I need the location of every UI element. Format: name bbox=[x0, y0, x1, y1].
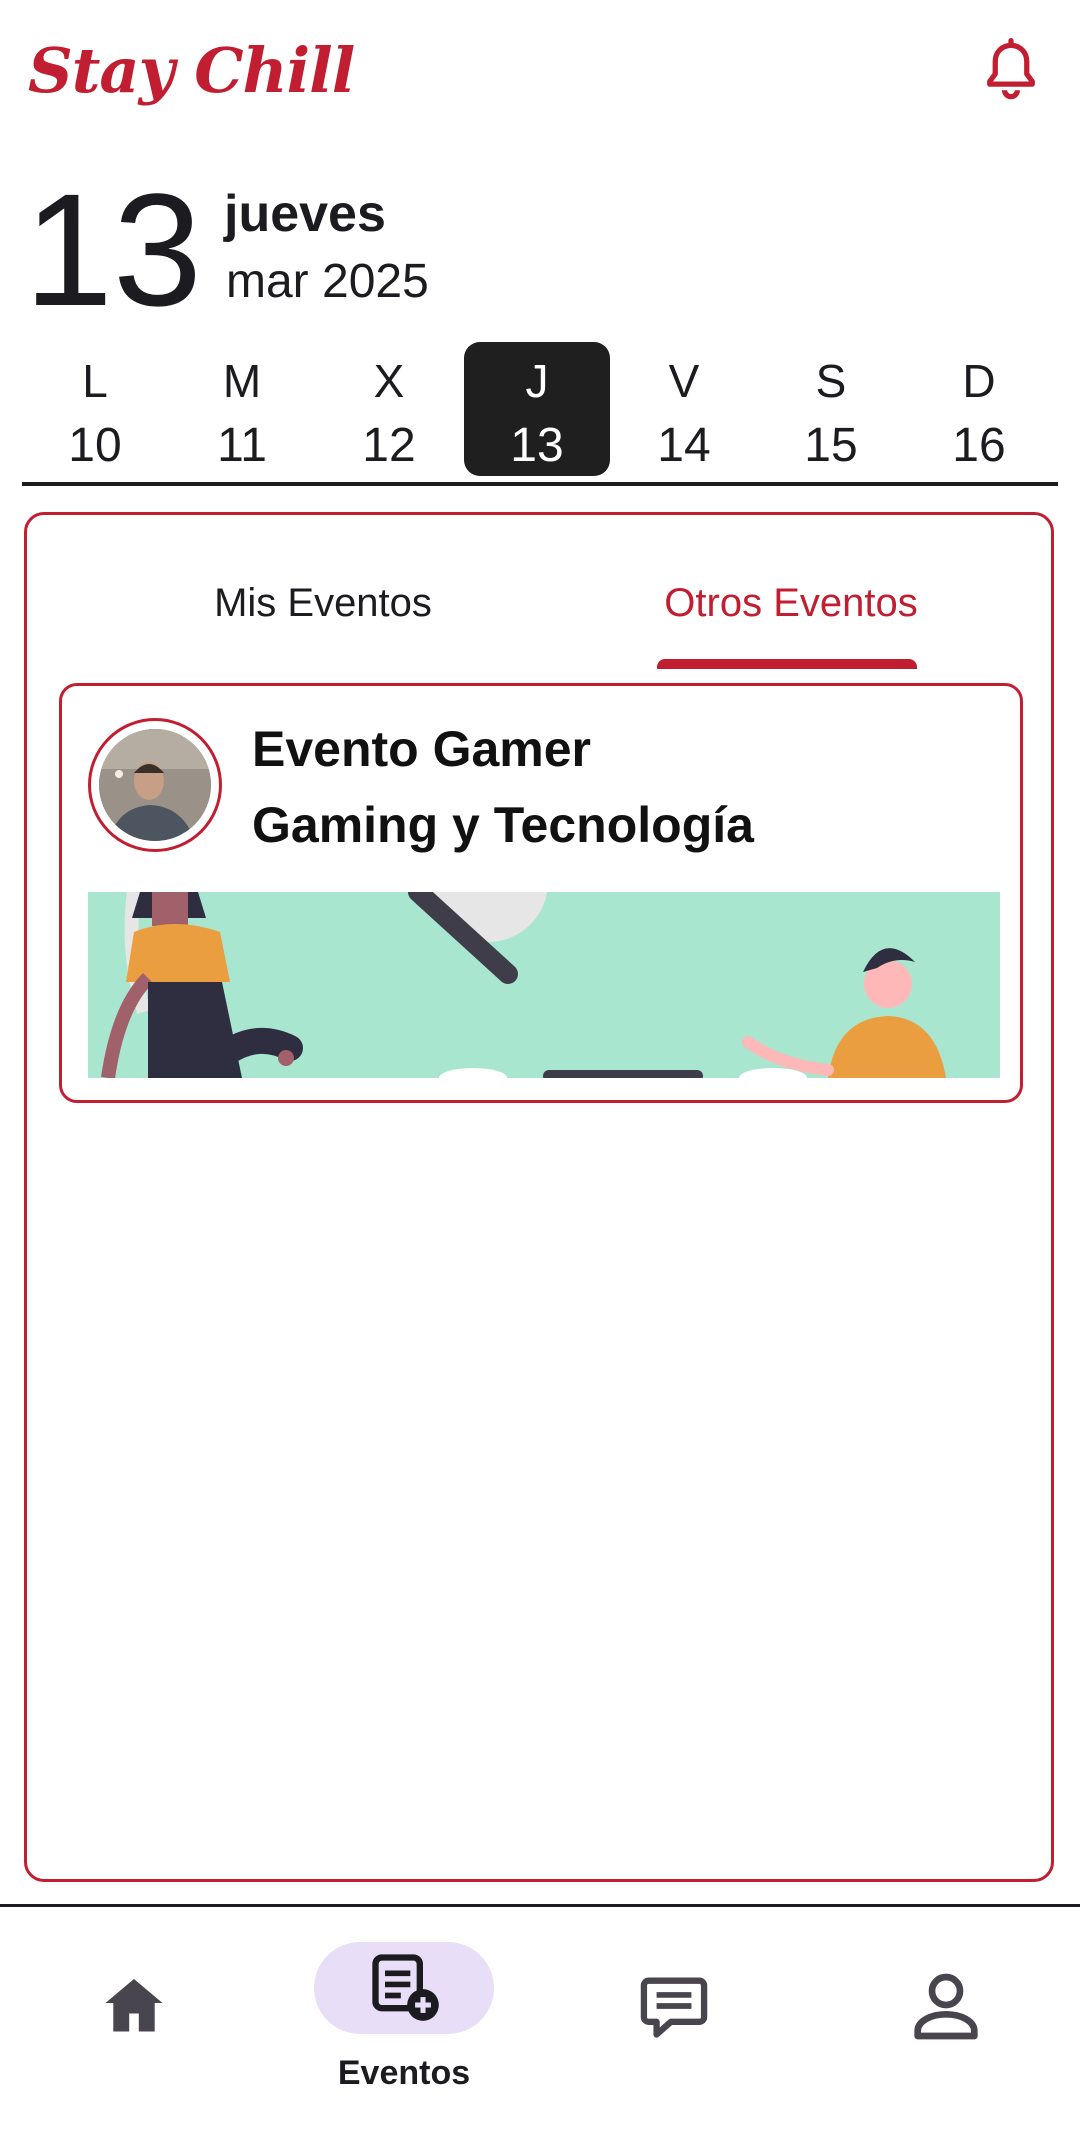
nav-events-label[interactable]: Eventos bbox=[314, 2054, 494, 2093]
events-add-icon bbox=[372, 1954, 439, 2021]
week-day-thu-selected[interactable]: J 13 bbox=[464, 342, 610, 476]
month-year: mar 2025 bbox=[226, 255, 429, 308]
day-date: 12 bbox=[362, 419, 416, 472]
event-card[interactable]: Evento Gamer Gaming y Tecnología bbox=[59, 683, 1023, 1103]
bottom-nav-divider bbox=[0, 1904, 1080, 1907]
week-strip: L 10 M 11 X 12 J 13 V 14 S 15 D 16 bbox=[22, 342, 1058, 480]
week-day-sun[interactable]: D 16 bbox=[906, 342, 1052, 476]
event-title: Evento Gamer bbox=[252, 721, 592, 777]
tab-mis-eventos[interactable]: Mis Eventos bbox=[113, 581, 533, 626]
day-date: 11 bbox=[217, 419, 267, 472]
active-tab-indicator bbox=[657, 659, 917, 669]
day-number: 13 bbox=[24, 160, 202, 339]
home-icon bbox=[105, 1979, 163, 2032]
nav-chat[interactable] bbox=[584, 1938, 764, 2098]
event-avatar-ring bbox=[88, 718, 222, 852]
event-subtitle: Gaming y Tecnología bbox=[252, 797, 754, 853]
day-letter: X bbox=[373, 355, 405, 407]
events-panel: Mis Eventos Otros Eventos Evento Gamer G… bbox=[24, 512, 1054, 1882]
day-letter: V bbox=[668, 355, 700, 407]
week-day-sat[interactable]: S 15 bbox=[758, 342, 904, 476]
day-letter: J bbox=[525, 355, 549, 407]
day-letter: S bbox=[815, 355, 847, 407]
chat-icon bbox=[640, 1977, 708, 2038]
nav-profile[interactable] bbox=[856, 1938, 1036, 2098]
tab-otros-eventos[interactable]: Otros Eventos bbox=[581, 581, 1001, 626]
app-brand: Stay Chill bbox=[28, 34, 355, 107]
week-day-wed[interactable]: X 12 bbox=[316, 342, 462, 476]
day-date: 10 bbox=[68, 419, 122, 472]
profile-icon bbox=[914, 1973, 978, 2040]
week-divider bbox=[22, 482, 1058, 486]
bell-icon[interactable] bbox=[976, 36, 1046, 106]
day-date: 13 bbox=[510, 419, 564, 472]
day-letter: D bbox=[962, 355, 996, 407]
day-date: 16 bbox=[952, 419, 1006, 472]
week-day-fri[interactable]: V 14 bbox=[611, 342, 757, 476]
day-date: 14 bbox=[657, 419, 711, 472]
top-app-bar: Stay Chill bbox=[0, 0, 1080, 150]
day-letter: M bbox=[222, 355, 262, 407]
day-letter: L bbox=[82, 355, 108, 407]
nav-home[interactable] bbox=[44, 1938, 224, 2098]
week-day-tue[interactable]: M 11 bbox=[169, 342, 315, 476]
avatar bbox=[99, 729, 211, 841]
week-day-mon[interactable]: L 10 bbox=[22, 342, 168, 476]
bottom-navigation: Eventos bbox=[0, 1908, 1080, 2132]
weekday-name: jueves bbox=[224, 185, 386, 243]
day-date: 15 bbox=[804, 419, 858, 472]
date-header: 13 jueves mar 2025 bbox=[24, 170, 624, 330]
event-banner-image bbox=[88, 892, 1000, 1078]
nav-events-active-pill[interactable] bbox=[314, 1942, 494, 2034]
